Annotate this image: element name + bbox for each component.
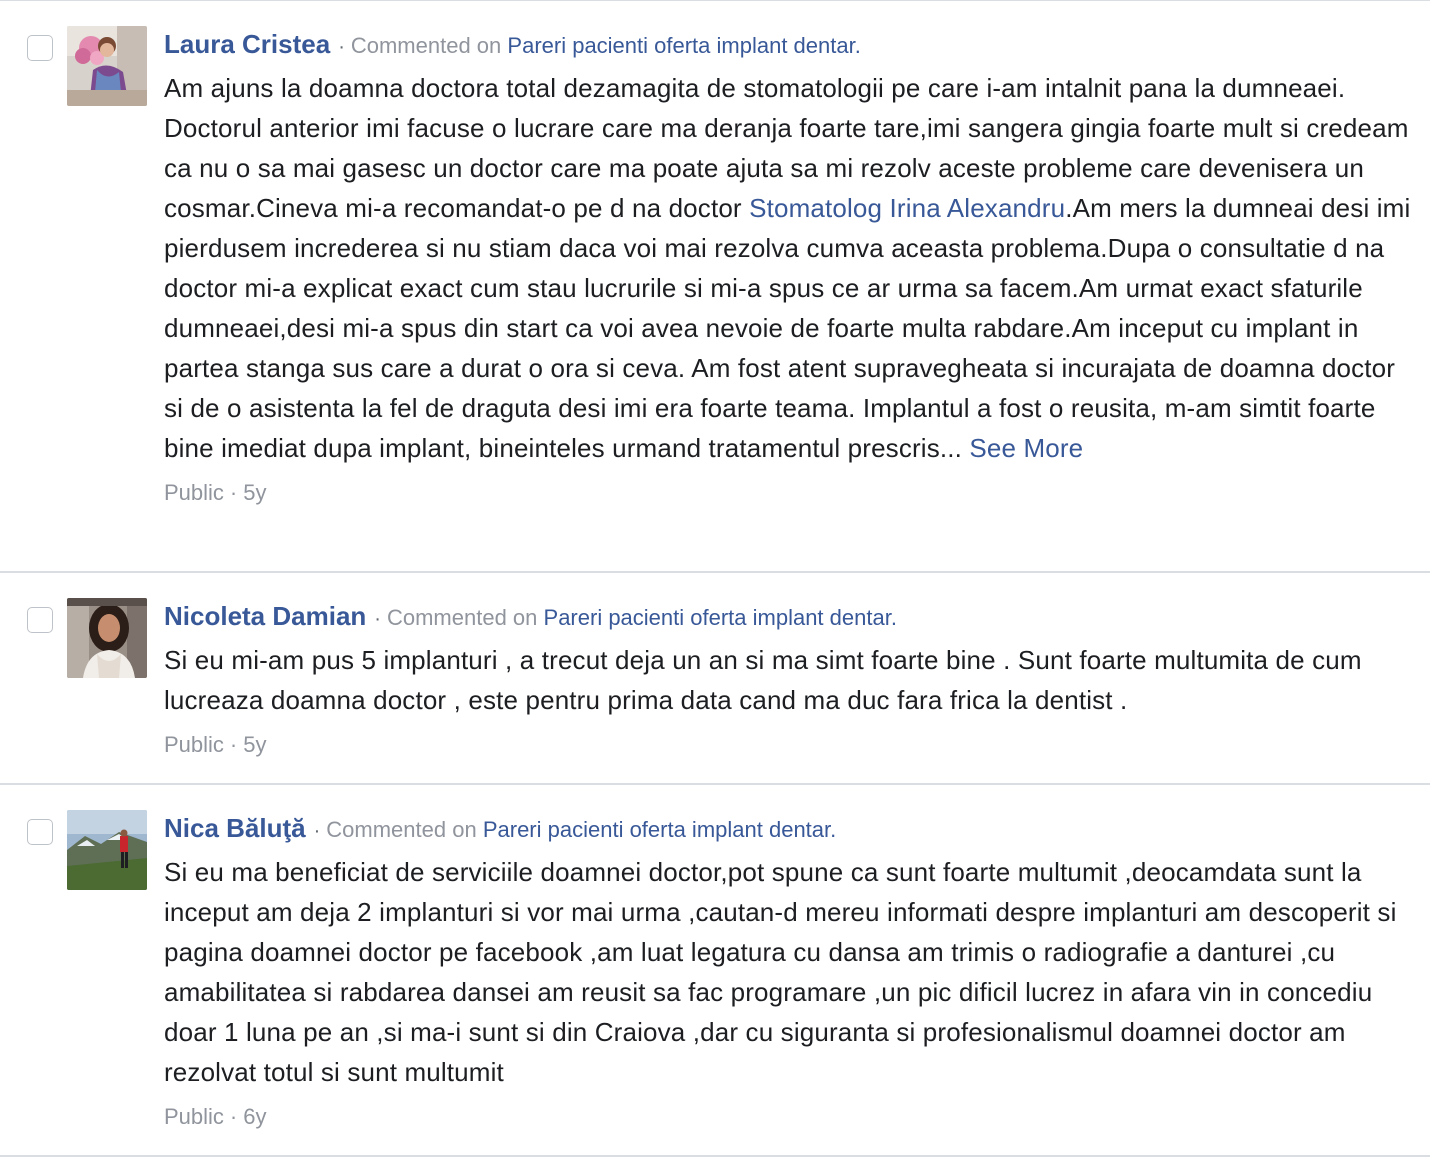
avatar-photo — [67, 26, 147, 106]
audience-label[interactable]: Public — [164, 480, 224, 505]
comment-content: Nica Băluţă · Commented on Pareri pacienti… — [164, 813, 1420, 1132]
header-separator: · — [313, 820, 321, 842]
comment-header: Nicoleta Damian · Commented on Pareri paci… — [164, 601, 1420, 634]
avatar[interactable] — [67, 598, 147, 678]
comment-text-part: .Am mers la dumneai desi imi pierdusem i… — [164, 193, 1411, 463]
commented-on-label: Commented on — [386, 605, 538, 630]
audience-label[interactable]: Public — [164, 732, 224, 757]
meta-separator: · — [229, 1104, 238, 1129]
header-separator: · — [374, 608, 381, 630]
comment-meta: Public · 6y — [164, 1102, 1420, 1132]
comment-item: Nica Băluţă · Commented on Pareri pacienti… — [0, 785, 1430, 1157]
avatar[interactable] — [67, 26, 147, 106]
select-checkbox[interactable] — [27, 35, 53, 61]
comment-text: Si eu ma beneficiat de serviciile doamne… — [164, 857, 1397, 1087]
comment-header: Nica Băluţă · Commented on Pareri pacienti… — [164, 813, 1420, 846]
comment-content: Laura Cristea · Commented on Pareri pacien… — [164, 29, 1420, 508]
select-checkbox[interactable] — [27, 819, 53, 845]
meta-separator: · — [229, 480, 238, 505]
post-title-link[interactable]: Pareri pacienti oferta implant dentar. — [483, 817, 836, 842]
comment-text: Si eu mi-am pus 5 implanturi , a trecut … — [164, 645, 1362, 715]
timestamp[interactable]: 6y — [243, 1104, 266, 1129]
timestamp[interactable]: 5y — [243, 480, 266, 505]
timestamp[interactable]: 5y — [243, 732, 266, 757]
header-separator: · — [338, 36, 345, 58]
comment-text: Am ajuns la doamna doctora total dezamag… — [164, 68, 1420, 468]
commented-on-label: Commented on — [350, 33, 502, 58]
select-checkbox[interactable] — [27, 607, 53, 633]
post-title-link[interactable]: Pareri pacienti oferta implant dentar. — [544, 605, 897, 630]
comment-meta: Public · 5y — [164, 478, 1420, 508]
comment-meta: Public · 5y — [164, 730, 1420, 760]
meta-separator: · — [229, 732, 238, 757]
mentioned-page-link[interactable]: Stomatolog Irina Alexandru — [749, 193, 1065, 223]
see-more-link[interactable]: See More — [969, 433, 1083, 463]
avatar[interactable] — [67, 810, 147, 890]
comment-item: Laura Cristea · Commented on Pareri pacien… — [0, 1, 1430, 573]
commented-on-label: Commented on — [326, 817, 477, 842]
post-title-link[interactable]: Pareri pacienti oferta implant dentar. — [507, 33, 860, 58]
comment-header: Laura Cristea · Commented on Pareri pacien… — [164, 29, 1420, 62]
comment-content: Nicoleta Damian · Commented on Pareri paci… — [164, 601, 1420, 760]
comment-item: Nicoleta Damian · Commented on Pareri paci… — [0, 573, 1430, 785]
audience-label[interactable]: Public — [164, 1104, 224, 1129]
author-name-link[interactable]: Laura Cristea — [164, 29, 330, 59]
avatar-photo — [67, 810, 147, 890]
author-name-link[interactable]: Nicoleta Damian — [164, 601, 366, 631]
author-name-link[interactable]: Nica Băluţă — [164, 813, 306, 843]
comment-feed: Laura Cristea · Commented on Pareri pacien… — [0, 0, 1430, 1157]
avatar-photo — [67, 598, 147, 678]
